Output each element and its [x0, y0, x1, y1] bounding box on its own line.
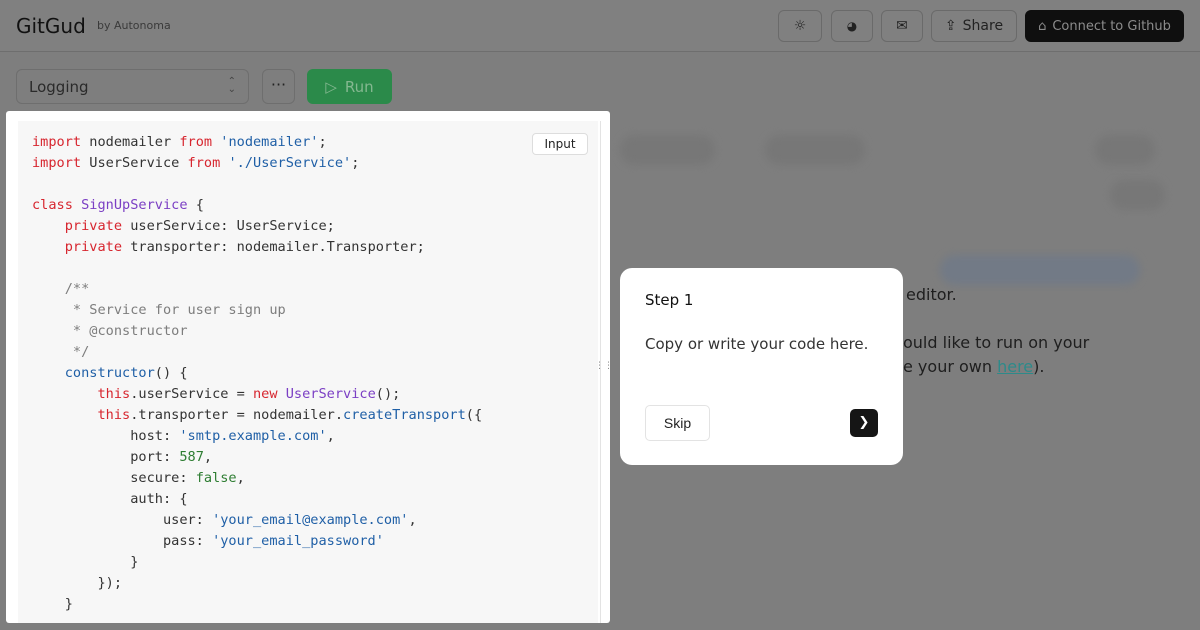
mail-icon: ✉ — [896, 18, 908, 34]
tour-step-title: Step 1 — [645, 291, 694, 309]
background-text-3: e your own here). — [903, 357, 1045, 376]
tour-step-body: Copy or write your code here. — [645, 335, 869, 353]
connect-github-button[interactable]: ⌂ Connect to Github — [1025, 10, 1184, 42]
run-button[interactable]: ▷ Run — [307, 69, 392, 104]
chevron-right-icon: ❯ — [858, 415, 870, 430]
theme-toggle-button[interactable]: ☼ — [778, 10, 822, 42]
background-text-1: editor. — [906, 285, 957, 304]
skip-button[interactable]: Skip — [645, 405, 710, 441]
code-line: this.userService = new UserService(); — [97, 386, 401, 402]
code-line: import nodemailer from 'nodemailer'; — [32, 134, 327, 150]
app-byline: by Autonoma — [97, 19, 171, 32]
mail-button[interactable]: ✉ — [881, 10, 923, 42]
code-line: port: 587, — [32, 449, 213, 465]
code-line: /** — [32, 281, 90, 297]
code-line: * Service for user sign up — [32, 302, 286, 318]
discord-button[interactable]: ◕ — [831, 10, 873, 42]
code-line: private userService: UserService; — [64, 218, 335, 234]
code-line: user: 'your_email@example.com', — [32, 512, 417, 528]
next-step-button[interactable]: ❯ — [850, 409, 878, 437]
code-line: this.transporter = nodemailer.createTran… — [97, 407, 483, 423]
example-select[interactable]: Logging ⌃ ⌄ — [16, 69, 249, 104]
github-icon: ⌂ — [1038, 18, 1047, 34]
share-icon: ⇪ — [944, 18, 957, 34]
code-line: } — [32, 596, 73, 612]
more-options-button[interactable]: ··· — [262, 69, 295, 104]
play-icon: ▷ — [325, 77, 337, 96]
code-line: constructor() { — [64, 365, 188, 381]
code-line: */ — [32, 344, 90, 360]
background-text-2: ould like to run on your — [903, 333, 1090, 352]
app-header: GitGud by Autonoma ☼ ◕ ✉ ⇪ Share ⌂ Connect… — [0, 0, 1200, 52]
example-select-value: Logging — [29, 78, 89, 96]
code-line: import UserService from './UserService'; — [32, 155, 360, 171]
code-editor[interactable]: import nodemailer from 'nodemailer'; impo… — [18, 121, 598, 623]
code-line: host: 'smtp.example.com', — [32, 428, 335, 444]
connect-github-label: Connect to Github — [1052, 18, 1171, 34]
code-editor-panel: import nodemailer from 'nodemailer'; impo… — [6, 111, 610, 623]
code-line: class SignUpService { — [32, 197, 204, 213]
code-line: auth: { — [32, 491, 188, 507]
share-label: Share — [962, 18, 1004, 34]
discord-icon: ◕ — [846, 19, 858, 33]
code-line: * @constructor — [32, 323, 188, 339]
panel-divider — [600, 121, 601, 623]
sun-icon: ☼ — [793, 18, 807, 34]
code-line: pass: 'your_email_password' — [32, 533, 384, 549]
code-line: } — [32, 554, 139, 570]
chevron-updown-icon: ⌃ ⌄ — [227, 76, 236, 95]
tour-popover: Step 1 Copy or write your code here. Ski… — [620, 268, 903, 465]
run-label: Run — [344, 77, 374, 96]
here-link[interactable]: here — [997, 357, 1033, 376]
code-line: private transporter: nodemailer.Transpor… — [64, 239, 425, 255]
resize-handle-icon[interactable]: ⋮⋮ — [595, 361, 610, 371]
code-line: }); — [32, 575, 123, 591]
input-button[interactable]: Input — [532, 133, 588, 155]
app-logo: GitGud — [16, 14, 86, 38]
share-button[interactable]: ⇪ Share — [931, 10, 1017, 42]
code-line: secure: false, — [32, 470, 245, 486]
